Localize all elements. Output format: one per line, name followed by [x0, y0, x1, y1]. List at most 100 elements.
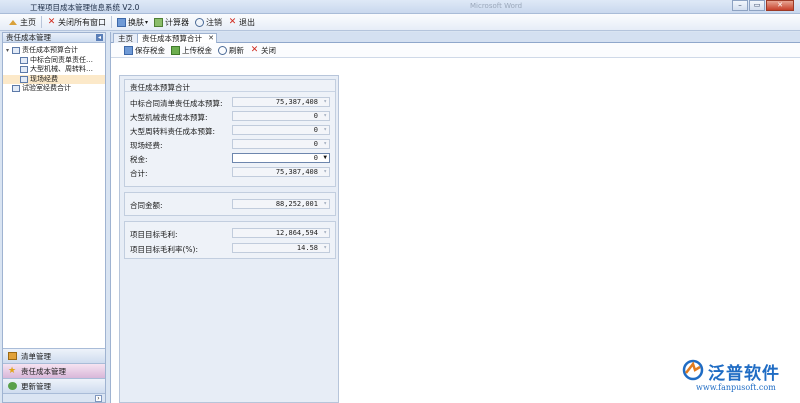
tab-label: 责任成本预算合计: [142, 34, 202, 43]
form-toolbar: 保存税金 上传税金 刷新 ✕ 关闭: [111, 43, 800, 58]
update-icon: [8, 382, 17, 390]
close-form-button[interactable]: ✕ 关闭: [247, 43, 279, 57]
tree-node-budget-total[interactable]: ▾ 责任成本预算合计: [3, 46, 105, 56]
exit-button[interactable]: ✕ 退出: [225, 15, 258, 29]
logo-url: www.fanpusoft.com: [696, 383, 776, 392]
turnover-material-budget-field[interactable]: 0 ▾: [232, 125, 330, 135]
left-navigation-panel: 责任成本管理 ◂ ▾ 责任成本预算合计 中标合同责单责任… 大型机械、周转料… …: [2, 32, 106, 403]
save-icon: [124, 45, 133, 55]
dropdown-arrow-icon[interactable]: ▼: [323, 154, 327, 162]
field-value: 75,387,408: [275, 168, 318, 176]
folder-icon: [12, 47, 20, 55]
calculator-button[interactable]: 计算器: [151, 15, 192, 29]
contract-list-budget-field[interactable]: 75,387,408 ▾: [232, 97, 330, 107]
module-cost-management[interactable]: ★ 责任成本管理: [3, 363, 105, 378]
refresh-button[interactable]: 刷新: [215, 43, 247, 57]
budget-group: 责任成本预算合计 中标合同清单责任成本预算: 75,387,408 ▾ 大型机械责…: [124, 79, 336, 187]
tree-node-site-expenses[interactable]: 现场经费: [3, 74, 105, 84]
minimize-button[interactable]: –: [732, 0, 748, 11]
more-modules-icon[interactable]: ›: [95, 395, 102, 402]
chevron-down-icon: ▾: [145, 18, 149, 26]
budget-form: 责任成本预算合计 中标合同清单责任成本预算: 75,387,408 ▾ 大型机械责…: [119, 75, 339, 403]
tab-cost-budget-total[interactable]: 责任成本预算合计 ✕: [137, 33, 217, 43]
logout-button[interactable]: 注销: [192, 15, 225, 29]
save-tax-button[interactable]: 保存税金: [121, 43, 168, 57]
field-value: 14.58: [296, 244, 318, 252]
star-icon: ★: [8, 366, 17, 376]
target-margin-field[interactable]: 14.58 ▾: [232, 243, 330, 253]
module-label: 更新管理: [21, 381, 51, 391]
dropdown-arrow-icon: ▾: [323, 244, 327, 251]
main-toolbar: 主页 ✕ 关闭所有窗口 换肤 ▾ 计算器 注销 ✕ 退出: [0, 14, 800, 31]
close-tab-icon[interactable]: ✕: [208, 34, 214, 43]
field-label: 合计:: [130, 169, 148, 178]
form-row: 税金: 0 ▼: [130, 153, 332, 164]
module-update-management[interactable]: 更新管理: [3, 378, 105, 393]
refresh-icon: [218, 45, 227, 55]
panel-title: 责任成本管理: [6, 33, 51, 42]
switch-skin-label: 换肤: [128, 17, 144, 27]
site-expenses-field[interactable]: 0 ▾: [232, 139, 330, 149]
toolbar-separator: [111, 16, 112, 28]
target-profit-field[interactable]: 12,864,594 ▾: [232, 228, 330, 238]
module-label: 责任成本管理: [21, 366, 66, 376]
tree-node-machinery[interactable]: 大型机械、周转料…: [3, 65, 105, 75]
tree-node-label: 试验室经费合计: [22, 84, 71, 92]
upload-icon: [171, 45, 180, 55]
logout-icon: [195, 17, 205, 27]
tax-field[interactable]: 0 ▼: [232, 153, 330, 163]
home-label: 主页: [20, 17, 36, 27]
close-window-button[interactable]: ✕: [766, 0, 794, 11]
contract-group: 合同金额: 88,252,001 ▾: [124, 192, 336, 216]
form-row: 合同金额: 88,252,001 ▾: [130, 199, 332, 210]
upload-tax-button[interactable]: 上传税金: [168, 43, 215, 57]
field-value: 88,252,001: [275, 200, 318, 208]
exit-icon: ✕: [228, 16, 237, 27]
close-label: 关闭: [261, 45, 276, 55]
contract-amount-field[interactable]: 88,252,001 ▾: [232, 199, 330, 209]
form-row: 中标合同清单责任成本预算: 75,387,408 ▾: [130, 97, 332, 108]
dropdown-arrow-icon: ▾: [323, 200, 327, 207]
skin-icon: [117, 17, 126, 27]
document-icon: [20, 56, 28, 64]
form-row: 合计: 75,387,408 ▾: [130, 167, 332, 178]
dropdown-arrow-icon: ▾: [323, 140, 327, 147]
field-value: 12,864,594: [275, 229, 318, 237]
tree-node-label: 现场经费: [30, 74, 58, 83]
close-all-icon: ✕: [47, 16, 56, 27]
form-row: 项目目标毛利: 12,864,594 ▾: [130, 228, 332, 239]
field-label: 中标合同清单责任成本预算:: [130, 99, 223, 108]
list-icon: [8, 352, 17, 360]
close-all-windows-button[interactable]: ✕ 关闭所有窗口: [44, 15, 109, 29]
tree-node-contract-list[interactable]: 中标合同责单责任…: [3, 56, 105, 66]
document-icon: [20, 75, 28, 83]
tab-home[interactable]: 主页: [113, 33, 138, 43]
dropdown-arrow-icon: ▾: [323, 98, 327, 105]
window-title: 工程项目成本管理信息系统 V2.0: [30, 3, 140, 12]
dropdown-arrow-icon: ▾: [323, 168, 327, 175]
total-field[interactable]: 75,387,408 ▾: [232, 167, 330, 177]
field-value: 0: [313, 140, 318, 148]
home-icon: [9, 19, 17, 25]
dropdown-arrow-icon: ▾: [323, 112, 327, 119]
panel-header: 责任成本管理 ◂: [3, 33, 105, 43]
tree-node-label: 责任成本预算合计: [22, 46, 78, 54]
maximize-button[interactable]: ▭: [749, 0, 765, 11]
collapse-panel-icon[interactable]: ◂: [96, 34, 103, 41]
dropdown-arrow-icon: ▾: [323, 229, 327, 236]
machinery-budget-field[interactable]: 0 ▾: [232, 111, 330, 121]
folder-icon: [12, 85, 20, 93]
background-window-title: Microsoft Word: [470, 2, 523, 10]
logo-mark-icon: [682, 359, 704, 381]
field-label: 项目目标毛利率(%):: [130, 245, 199, 254]
toolbar-separator: [41, 16, 42, 28]
home-button[interactable]: 主页: [6, 15, 39, 29]
main-content: 主页 责任成本预算合计 ✕ 保存税金 上传税金 刷新 ✕ 关闭 责任成本预算合计…: [110, 32, 800, 403]
module-list-management[interactable]: 清单管理: [3, 348, 105, 363]
switch-skin-button[interactable]: 换肤 ▾: [114, 15, 151, 29]
module-accordion: 清单管理 ★ 责任成本管理 更新管理 ›: [3, 348, 105, 402]
calculator-icon: [154, 17, 164, 27]
form-row: 大型机械责任成本预算: 0 ▾: [130, 111, 332, 122]
field-value: 75,387,408: [275, 98, 318, 106]
tree-node-lab-expenses[interactable]: 试验室经费合计: [3, 84, 105, 94]
